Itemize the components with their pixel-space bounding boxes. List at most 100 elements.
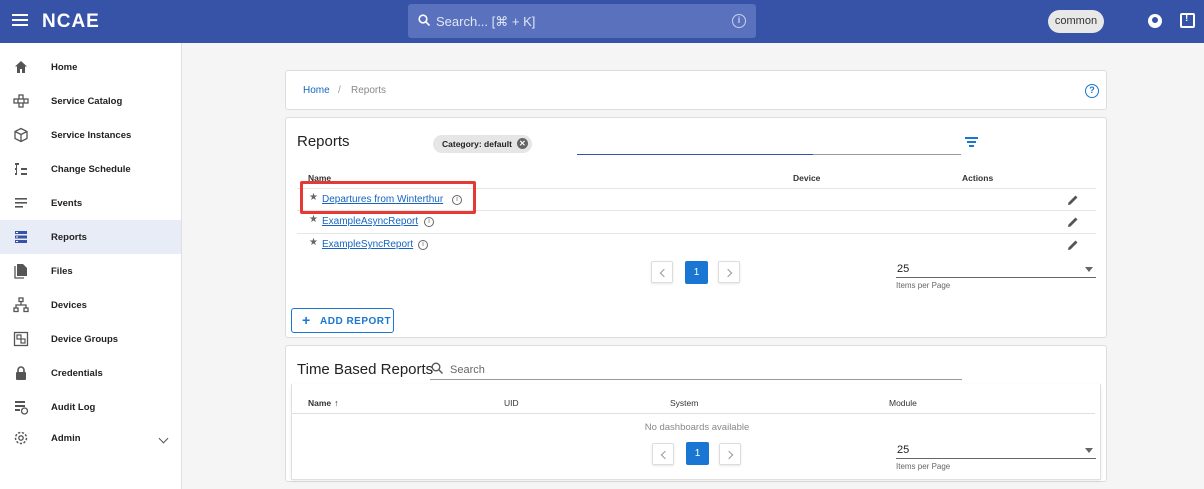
column-header-system[interactable]: System [670,398,698,408]
sidebar-item-label: Service Instances [51,129,132,141]
search-input[interactable]: Search [450,364,485,376]
category-filter-chip[interactable]: Category: default ✕ [433,135,532,153]
highlight-box [300,181,476,214]
column-header-actions: Actions [962,173,994,183]
sidebar-item-devices[interactable]: Devices [0,288,181,322]
add-report-label: ADD REPORT [320,316,392,327]
plus-icon: + [302,312,311,328]
edit-icon[interactable] [1066,238,1080,252]
sidebar: Home Service Catalog Service Instances C… [0,43,182,489]
help-icon[interactable]: ? [1085,84,1099,98]
pagination-prev-button[interactable] [652,443,674,465]
sidebar-item-admin[interactable]: Admin [0,421,181,455]
lock-icon [16,366,26,380]
filter-input[interactable] [577,154,813,155]
pagination-next-button[interactable] [719,443,741,465]
sidebar-item-service-instances[interactable]: Service Instances [0,118,181,152]
star-icon[interactable]: ★ [309,237,318,248]
sidebar-item-audit-log[interactable]: Audit Log [0,390,181,424]
reports-icon [15,231,27,243]
sidebar-item-label: Change Schedule [51,163,131,175]
sidebar-item-label: Device Groups [51,333,119,345]
items-per-page-select[interactable]: 25 [896,443,1096,459]
items-per-page-label: Items per Page [896,462,951,471]
chip-label: Category: default [442,139,512,149]
feedback-icon[interactable] [1180,13,1195,28]
close-icon[interactable]: ✕ [516,138,528,149]
pagination-prev-button[interactable] [651,261,673,283]
sidebar-item-events[interactable]: Events [0,186,181,220]
info-icon[interactable]: i [732,14,746,28]
time-based-title: Time Based Reports [297,361,434,378]
cube-icon [14,127,28,143]
info-icon[interactable]: i [424,217,434,227]
filter-input-rest [813,154,961,155]
sidebar-item-device-groups[interactable]: Device Groups [0,322,181,356]
column-header-uid[interactable]: UID [504,398,519,408]
top-bar: NCAE Search... [⌘ + K] i common [0,0,1204,43]
chevron-down-icon[interactable] [158,433,169,443]
sidebar-item-label: Admin [51,432,81,444]
reports-panel: Reports Category: default ✕ Name Device … [285,117,1107,338]
column-header-device[interactable]: Device [793,173,820,183]
app-logo[interactable]: NCAE [42,11,100,33]
info-icon[interactable]: i [418,240,428,250]
report-link[interactable]: ExampleSyncReport [322,239,413,250]
pagination-page-button[interactable]: 1 [686,442,709,465]
filter-icon[interactable] [965,137,978,147]
sidebar-item-change-schedule[interactable]: Change Schedule [0,152,181,186]
devices-icon [13,297,29,313]
sidebar-item-files[interactable]: Files [0,254,181,288]
sidebar-item-label: Home [51,61,78,73]
pagination-page-button[interactable]: 1 [685,261,708,284]
sidebar-item-service-catalog[interactable]: Service Catalog [0,84,181,118]
audit-log-icon [15,401,29,415]
breadcrumb: Home / Reports ? [285,70,1107,110]
search-bar[interactable]: Search... [⌘ + K] i [408,4,756,38]
divider [292,413,1095,414]
table-row: ★ ExampleSyncReport i [297,233,1096,255]
search-placeholder: Search... [⌘ + K] [436,14,536,29]
tenant-chip[interactable]: common [1048,10,1104,33]
sidebar-item-reports[interactable]: Reports [0,220,181,254]
items-per-page-label: Items per Page [896,281,951,290]
files-icon [14,264,27,279]
column-header-name[interactable]: Name ↑ [308,398,339,408]
search-underline [430,379,962,380]
report-link[interactable]: ExampleAsyncReport [322,216,418,227]
items-per-page-value: 25 [897,444,910,456]
empty-state-text: No dashboards available [644,422,750,433]
column-header-module[interactable]: Module [889,398,917,408]
time-based-table: Name ↑ UID System Module No dashboards av… [291,384,1101,480]
breadcrumb-home-link[interactable]: Home [303,85,330,96]
caret-down-icon [1085,448,1093,453]
sidebar-item-label: Events [51,197,83,209]
events-icon [15,198,27,208]
breadcrumb-current: Reports [351,85,387,96]
catalog-icon [13,94,29,108]
sidebar-item-label: Files [51,265,73,277]
sidebar-item-label: Audit Log [51,401,96,413]
sort-arrow-icon: ↑ [334,398,339,408]
search-icon [418,14,430,26]
sidebar-item-label: Reports [51,231,87,243]
menu-icon[interactable] [12,14,28,28]
gear-icon [14,431,28,445]
device-groups-icon [13,331,29,347]
caret-down-icon [1085,267,1093,272]
add-report-button[interactable]: + ADD REPORT [291,308,394,333]
schedule-icon [15,163,27,175]
user-account-icon[interactable] [1148,14,1162,28]
sidebar-item-home[interactable]: Home [0,50,181,84]
items-per-page-select[interactable]: 25 [896,262,1096,278]
items-per-page-value: 25 [897,263,910,275]
edit-icon[interactable] [1066,193,1080,207]
reports-title: Reports [297,133,350,150]
sidebar-item-credentials[interactable]: Credentials [0,356,181,390]
pagination-next-button[interactable] [718,261,740,283]
home-icon [15,61,27,73]
breadcrumb-separator: / [338,85,341,96]
edit-icon[interactable] [1066,215,1080,229]
search-icon [431,362,443,374]
star-icon[interactable]: ★ [309,214,318,225]
